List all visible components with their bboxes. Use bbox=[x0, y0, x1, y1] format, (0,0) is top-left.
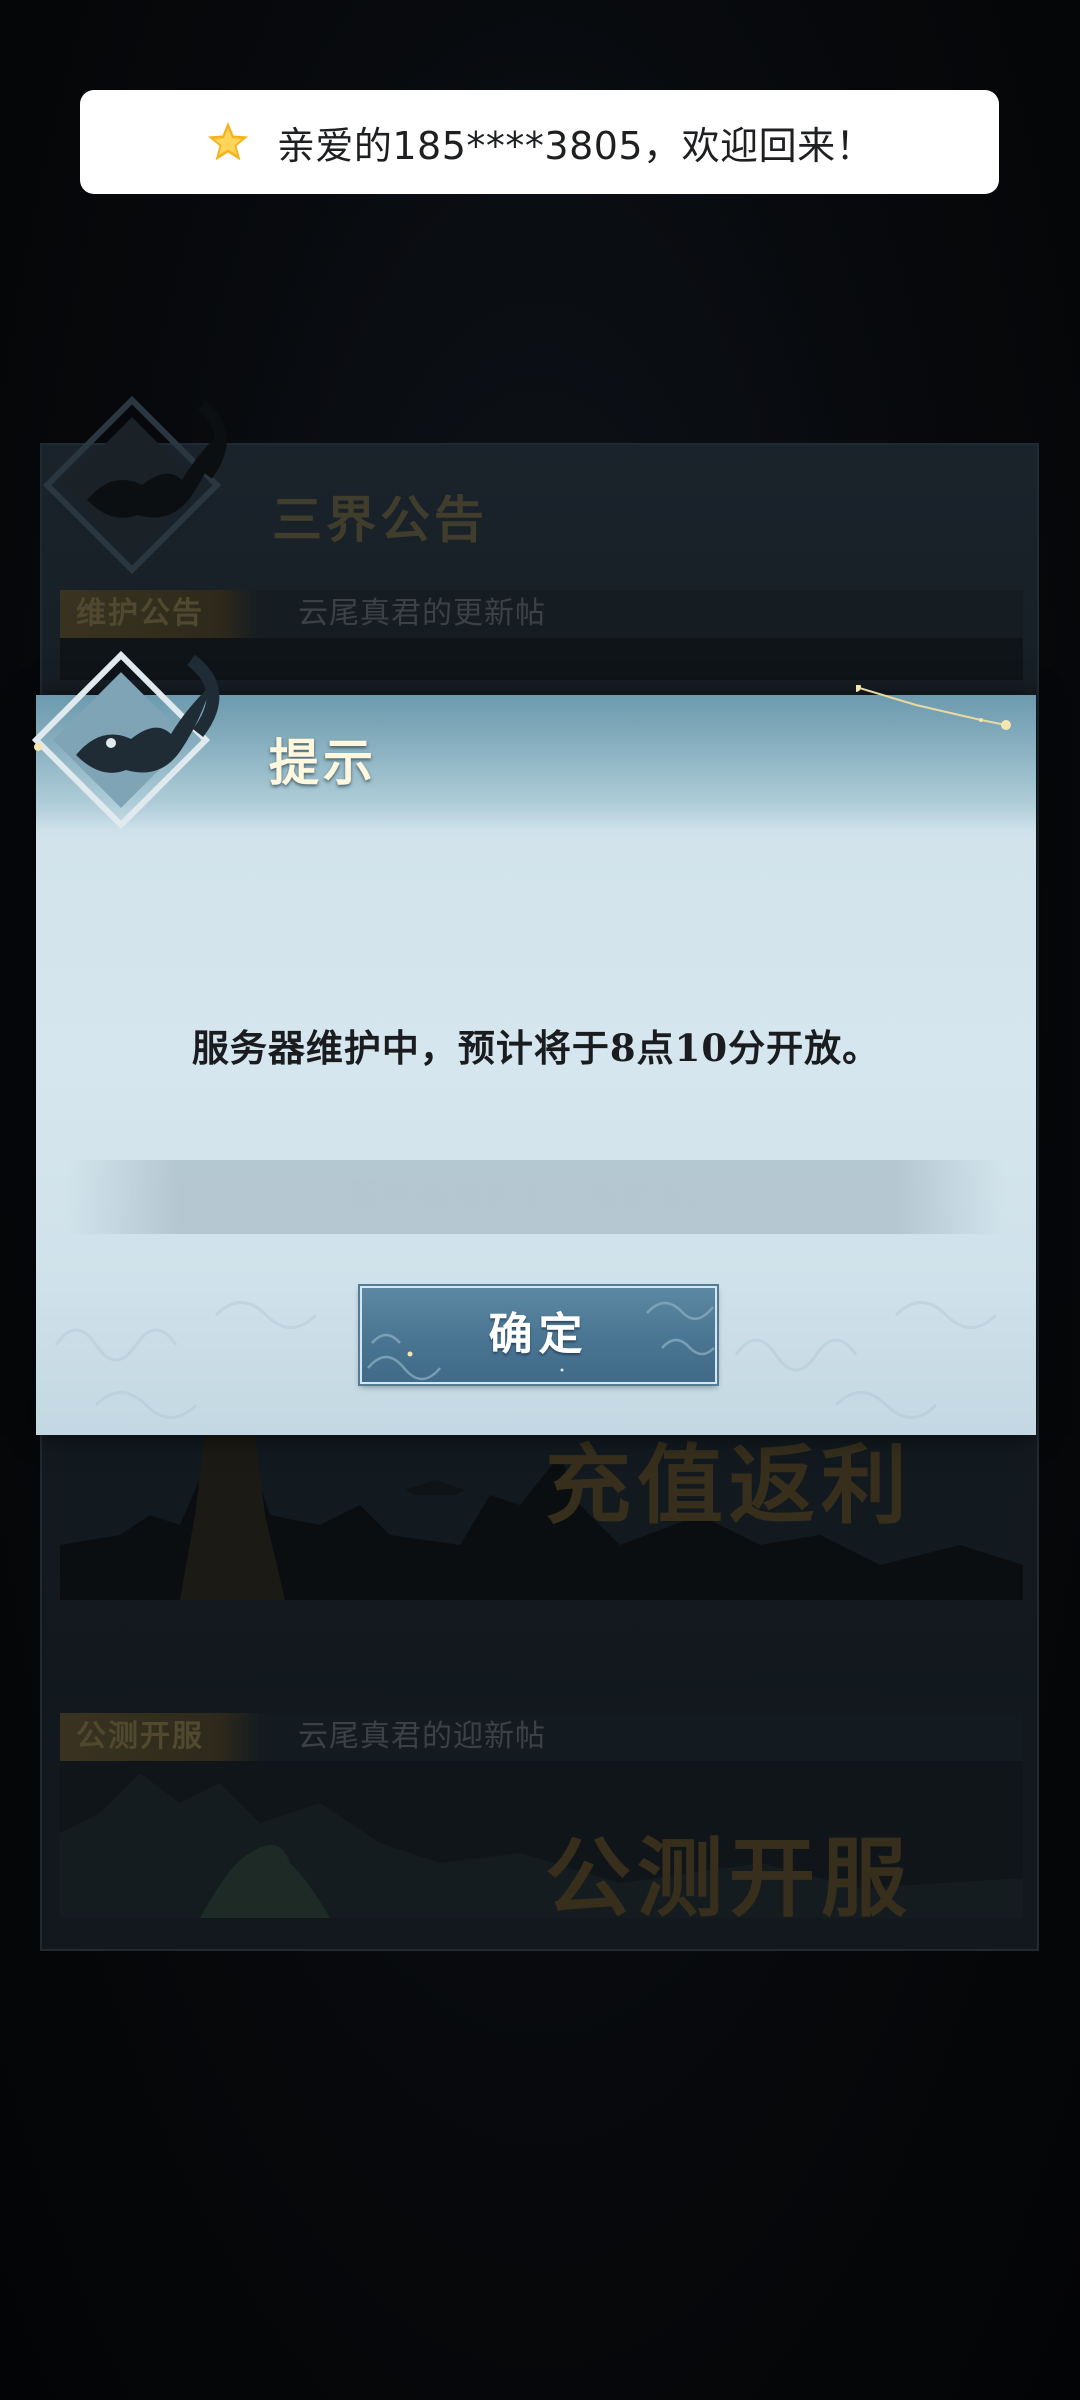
dialog-substrip: 服务器维护中，请稍候。 bbox=[66, 1160, 1006, 1234]
post-title: 云尾真君的更新帖 bbox=[298, 596, 546, 631]
confirm-label: 确定 bbox=[488, 1309, 589, 1360]
dialog-message: 服务器维护中，预计将于8点10分开放。 bbox=[191, 1026, 881, 1070]
fox-emblem-icon bbox=[42, 395, 227, 575]
welcome-toast: 亲爱的185****3805，欢迎回来！ bbox=[80, 90, 999, 194]
post-title: 云尾真君的迎新帖 bbox=[298, 1719, 546, 1754]
announcement-post[interactable]: 公测开服 云尾真君的迎新帖 公测开服 bbox=[60, 1713, 1023, 1918]
announcement-title: 三界公告 bbox=[272, 490, 488, 549]
fox-emblem-icon bbox=[31, 650, 220, 830]
star-icon bbox=[207, 122, 248, 161]
banner-title: 公测开服 bbox=[545, 1828, 913, 1918]
game-screen: 三界公告 维护公告 云尾真君的更新帖 充值返利 公测开服 云尾真君的迎新帖 公测… bbox=[0, 0, 1080, 2400]
welcome-text: 亲爱的185****3805，欢迎回来！ bbox=[276, 123, 875, 168]
post-tag: 公测开服 bbox=[60, 1713, 260, 1761]
confirm-button[interactable]: 确定 bbox=[360, 1286, 717, 1384]
dialog-subtext: 服务器维护中，请稍候。 bbox=[349, 1179, 723, 1215]
constellation-decoration bbox=[856, 685, 1011, 730]
post-tag: 维护公告 bbox=[60, 590, 260, 638]
notice-dialog: 提示 服务器维护中，预计将于8点10分开放。 服务器维护中，请稍候。 确定 bbox=[31, 650, 1036, 1435]
dialog-title: 提示 bbox=[269, 733, 377, 792]
